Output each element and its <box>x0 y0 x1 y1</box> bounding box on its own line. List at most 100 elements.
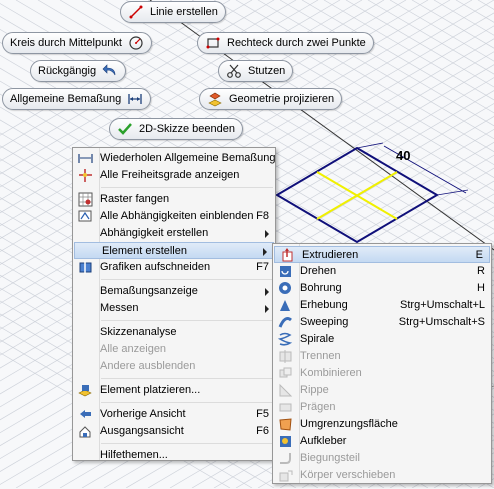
submenu-arrow-icon <box>263 248 267 256</box>
project-geometry-icon <box>207 91 223 107</box>
trim-button[interactable]: Stutzen <box>218 60 294 82</box>
grid-snap-icon <box>78 192 93 207</box>
menu-item-show-constraints[interactable]: Alle Abhängigkeiten einblenden F8 <box>73 208 275 225</box>
submenu-item-label: Körper verschieben <box>300 469 396 481</box>
project-geometry-button[interactable]: Geometrie projizieren <box>199 88 343 110</box>
dimension-value[interactable]: 40 <box>396 148 410 163</box>
general-dimension-label: Allgemeine Bemaßung <box>10 93 122 105</box>
place-feature-icon <box>78 383 93 398</box>
submenu-arrow-icon <box>265 288 269 296</box>
submenu-item-label: Kombinieren <box>300 367 362 379</box>
home-view-icon <box>78 424 93 439</box>
menu-item-dimension-display[interactable]: Bemaßungsanzeige <box>73 283 275 300</box>
submenu-item-label: Extrudieren <box>302 249 359 261</box>
undo-icon <box>102 63 118 79</box>
submenu-item-label: Bohrung <box>300 282 342 294</box>
project-geometry-label: Geometrie projizieren <box>229 93 335 105</box>
menu-item-show-dof[interactable]: Alle Freiheitsgrade anzeigen <box>73 167 275 184</box>
submenu-item-emboss[interactable]: Erhebung Strg+Umschalt+L <box>273 297 491 314</box>
circle-icon <box>128 35 144 51</box>
submenu-item-shortcut: H <box>477 282 485 294</box>
submenu-item-label: Sweeping <box>300 316 349 328</box>
trim-scissors-icon <box>226 63 242 79</box>
submenu-item-decal[interactable]: Aufkleber <box>273 433 491 450</box>
extrude-icon <box>280 248 295 263</box>
rectangle-two-point-button[interactable]: Rechteck durch zwei Punkte <box>197 32 374 54</box>
menu-item-repeat-dimension[interactable]: Wiederholen Allgemeine Bemaßung <box>73 150 276 167</box>
undo-label: Rückgängig <box>38 65 97 77</box>
submenu-item-emboss-text: Prägen <box>273 399 491 416</box>
general-dimension-button[interactable]: Allgemeine Bemaßung <box>2 88 152 110</box>
slice-graphics-icon <box>78 260 93 275</box>
rib-icon <box>278 383 293 398</box>
submenu-item-shortcut: E <box>475 249 483 261</box>
emboss-icon <box>278 400 293 415</box>
split-icon <box>278 349 293 364</box>
submenu-item-hole[interactable]: Bohrung H <box>273 280 491 297</box>
submenu-item-sweep[interactable]: Sweeping Strg+Umschalt+S <box>273 314 491 331</box>
trim-label: Stutzen <box>248 65 286 77</box>
checkmark-icon <box>117 121 133 137</box>
bend-part-icon <box>278 451 293 466</box>
circle-center-label: Kreis durch Mittelpunkt <box>10 37 122 49</box>
revolve-icon <box>278 264 293 279</box>
submenu-item-rib: Rippe <box>273 382 491 399</box>
finish-sketch-label: 2D-Skizze beenden <box>139 123 236 135</box>
rectangle-two-point-label: Rechteck durch zwei Punkte <box>227 37 366 49</box>
rectangle-icon <box>205 35 221 51</box>
menu-item-snap-grid[interactable]: Raster fangen <box>73 191 275 208</box>
context-menu: Wiederholen Allgemeine Bemaßung Alle Fre… <box>72 147 276 461</box>
finish-sketch-button[interactable]: 2D-Skizze beenden <box>109 118 244 140</box>
menu-item-create-feature[interactable]: Element erstellen <box>74 242 274 259</box>
submenu-item-shortcut: R <box>477 265 485 277</box>
menu-item-help-topics[interactable]: Hilfethemen... <box>73 447 275 464</box>
submenu-item-label: Biegungsteil <box>300 452 360 464</box>
menu-item-sketch-analysis[interactable]: Skizzenanalyse <box>73 324 275 341</box>
dimension-icon <box>127 91 143 107</box>
submenu-item-label: Prägen <box>300 401 336 413</box>
boundary-patch-icon <box>278 417 293 432</box>
degrees-of-freedom-icon <box>78 168 93 183</box>
dimension-icon <box>78 151 93 166</box>
menu-item-create-constraint[interactable]: Abhängigkeit erstellen <box>73 225 275 242</box>
line-icon <box>128 4 144 20</box>
circle-center-button[interactable]: Kreis durch Mittelpunkt <box>2 32 152 54</box>
sweep-icon <box>278 315 293 330</box>
loft-icon <box>278 298 293 313</box>
submenu-item-label: Trennen <box>300 350 341 362</box>
create-feature-submenu: Extrudieren E Drehen R Bohrung H Erhebung Strg+… <box>272 243 492 484</box>
menu-item-home-view[interactable]: Ausgangsansicht F6 <box>73 423 275 440</box>
submenu-item-label: Drehen <box>300 265 337 277</box>
hole-icon <box>278 281 293 296</box>
undo-button[interactable]: Rückgängig <box>30 60 127 82</box>
submenu-item-label: Umgrenzungsfläche <box>300 418 398 430</box>
menu-item-show-all: Alle anzeigen <box>100 343 167 355</box>
submenu-item-label: Aufkleber <box>300 435 347 447</box>
menu-item-measure[interactable]: Messen <box>73 300 275 317</box>
submenu-item-split: Trennen <box>273 348 491 365</box>
submenu-item-label: Spirale <box>300 333 335 345</box>
move-bodies-icon <box>278 468 293 483</box>
coil-icon <box>277 332 293 347</box>
previous-view-icon <box>78 407 93 422</box>
submenu-item-boundary-patch[interactable]: Umgrenzungsfläche <box>273 416 491 433</box>
submenu-item-move-bodies: Körper verschieben <box>273 467 491 484</box>
constraints-icon <box>78 209 93 224</box>
submenu-arrow-icon <box>265 230 269 238</box>
submenu-item-shortcut: Strg+Umschalt+S <box>398 316 485 328</box>
submenu-arrow-icon <box>265 305 269 313</box>
submenu-item-revolve[interactable]: Drehen R <box>273 263 491 280</box>
menu-item-place-feature[interactable]: Element platzieren... <box>73 382 275 399</box>
decal-icon <box>278 434 293 449</box>
submenu-item-shortcut: Strg+Umschalt+L <box>400 299 485 311</box>
menu-item-slice-graphics[interactable]: Grafiken aufschneiden F7 <box>73 259 275 276</box>
submenu-item-combine: Kombinieren <box>273 365 491 382</box>
submenu-item-label: Rippe <box>300 384 329 396</box>
menu-item-previous-view[interactable]: Vorherige Ansicht F5 <box>73 406 275 423</box>
line-create-button[interactable]: Linie erstellen <box>120 1 226 23</box>
menu-item-hide-others: Andere ausblenden <box>100 360 196 372</box>
submenu-item-extrude[interactable]: Extrudieren E <box>274 246 490 263</box>
submenu-item-coil[interactable]: Spirale <box>273 331 491 348</box>
submenu-item-bend-part: Biegungsteil <box>273 450 491 467</box>
dimension-extension-2 <box>436 189 469 196</box>
